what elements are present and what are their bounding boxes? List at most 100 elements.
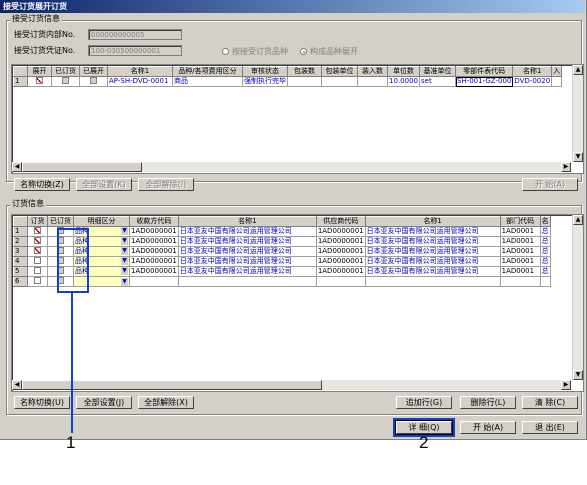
dept-code-cell: 1AD0001 — [499, 226, 541, 237]
order-cell[interactable] — [27, 276, 48, 287]
order-cell[interactable] — [27, 266, 48, 277]
bottom-set-all-button[interactable]: 全部设置(J) — [76, 396, 132, 409]
hscroll-thumb[interactable] — [22, 162, 142, 172]
col-header[interactable]: 入 — [551, 66, 563, 77]
expand-cell[interactable] — [27, 76, 52, 87]
table-row[interactable]: 5 ▼ 品种 1AD0000001 日本亚友中国有限公司运用管理公司 1AD0000001… — [13, 266, 551, 277]
order-grid[interactable]: 订货 已订货 明细区分 收款方代码 名称1 供应商代码 名称1 部门代码 名 1… — [11, 214, 584, 392]
table-row[interactable]: 3 ▼ 品种 1AD0000001 日本亚友中国有限公司运用管理公司 1AD0000001… — [13, 246, 551, 257]
order-cell[interactable] — [27, 256, 48, 267]
recv-code-cell-text: 1AD0000001 — [131, 267, 177, 276]
order-checkbox[interactable] — [34, 267, 41, 274]
col-header[interactable]: 名称1 — [177, 216, 317, 227]
recv-code-cell-text: 1AD0000001 — [131, 257, 177, 266]
col-header[interactable]: 装入数 — [357, 66, 388, 77]
top-name-toggle-button[interactable]: 名称切换(Z) — [14, 178, 70, 191]
recv-code-cell-text: 1AD0000001 — [131, 237, 177, 246]
expanded-checkbox — [90, 77, 97, 84]
col-header[interactable]: 明细区分 — [73, 216, 130, 227]
col-header[interactable]: 零部件表代码 — [454, 66, 514, 77]
dropdown-arrow-icon[interactable]: ▼ — [121, 277, 128, 286]
table-row[interactable]: 4 ▼ 品种 1AD0000001 日本亚友中国有限公司运用管理公司 1AD0000001… — [13, 256, 551, 267]
top-set-all-button[interactable]: 全部设置(K) — [76, 178, 132, 191]
scroll-right-icon[interactable]: ▶ — [561, 380, 571, 390]
col-header[interactable]: 审核状态 — [242, 66, 288, 77]
col-header[interactable]: 包装单位 — [321, 66, 358, 77]
radio-expand-components[interactable]: 构成品种展开 — [300, 47, 358, 57]
dropdown-arrow-icon[interactable]: ▼ — [121, 267, 128, 275]
order-vscroll[interactable]: ▲ ▼ — [572, 215, 583, 380]
row-number-text: 5 — [15, 267, 20, 276]
expand-checkbox[interactable] — [36, 77, 43, 84]
voucher-no-field: 100-030500000001 — [88, 45, 182, 56]
order-table: 订货 已订货 明细区分 收款方代码 名称1 供应商代码 名称1 部门代码 名 1… — [13, 216, 551, 287]
add-row-button[interactable]: 追加行(G) — [396, 396, 452, 409]
col-header[interactable]: 部门代码 — [499, 216, 541, 227]
scroll-up-icon[interactable]: ▲ — [573, 65, 583, 75]
scroll-down-icon[interactable]: ▼ — [573, 152, 583, 162]
top-start-button[interactable]: 开 始(A) — [522, 178, 578, 191]
dept-code-cell-text: 1AD0001 — [501, 237, 535, 246]
col-header[interactable]: 包装数 — [287, 66, 322, 77]
order-checkbox[interactable] — [34, 277, 41, 284]
col-header[interactable]: 名 — [539, 216, 551, 227]
scroll-left-icon[interactable]: ◀ — [12, 380, 22, 390]
name2-cell-text: 日本亚友中国有限公司运用管理公司 — [366, 257, 479, 266]
order-checkbox[interactable] — [34, 257, 41, 264]
scroll-right-icon[interactable]: ▶ — [561, 162, 571, 172]
name2-cell: 日本亚友中国有限公司运用管理公司 — [364, 236, 501, 247]
supplier-code-cell: 1AD0000001 — [315, 246, 366, 257]
table-row[interactable]: 2 ▼ 品种 1AD0000001 日本亚友中国有限公司运用管理公司 1AD0000001… — [13, 236, 551, 247]
col-header[interactable]: 品种/各项费用区分 — [172, 66, 243, 77]
dropdown-arrow-icon[interactable]: ▼ — [121, 257, 128, 265]
dept-code-cell: 1AD0001 — [499, 256, 541, 267]
col-header[interactable]: 单位数 — [387, 66, 420, 77]
scroll-up-icon[interactable]: ▲ — [573, 215, 583, 225]
order-cell[interactable] — [27, 226, 48, 237]
name2-cell-text: 日本亚友中国有限公司运用管理公司 — [366, 247, 479, 256]
col-header[interactable]: 展开 — [27, 66, 52, 77]
col-header[interactable]: 供应商代码 — [315, 216, 366, 227]
recv-code-cell-text: 1AD0000001 — [131, 227, 177, 236]
col-header[interactable]: 收款方代码 — [129, 216, 179, 227]
col-header[interactable]: 订货 — [27, 216, 48, 227]
ordered-checkbox — [62, 77, 69, 84]
dropdown-arrow-icon[interactable]: ▼ — [121, 247, 128, 255]
order-cell[interactable] — [27, 246, 48, 257]
col-header[interactable]: 名称1 — [107, 66, 173, 77]
row-number: 3 — [13, 246, 28, 257]
scroll-down-icon[interactable]: ▼ — [573, 370, 583, 380]
order-checkbox[interactable] — [34, 227, 41, 234]
dropdown-arrow-icon[interactable]: ▼ — [121, 227, 128, 235]
order-hscroll[interactable]: ◀ ▶ — [12, 380, 571, 390]
col-header[interactable]: 已订货 — [51, 66, 80, 77]
col-header[interactable]: 名称1 — [512, 66, 553, 77]
table-row[interactable]: 1 AP-SH-DVD-0001 商品 强制执行完毕 10.0000 set S… — [13, 76, 563, 87]
bottom-clear-all-button[interactable]: 全部解除(X) — [138, 396, 194, 409]
dropdown-arrow-icon[interactable]: ▼ — [121, 237, 128, 245]
exit-button[interactable]: 退 出(E) — [522, 421, 578, 434]
col-header[interactable]: 基准单位 — [419, 66, 456, 77]
hscroll-thumb[interactable] — [22, 380, 322, 390]
table-row[interactable]: 6 ▼ — [13, 276, 551, 287]
radio-by-accepted-kind[interactable]: 按接受订货品种 — [222, 47, 288, 57]
col-header[interactable]: 名称1 — [364, 216, 501, 227]
col-header[interactable]: 已订货 — [47, 216, 74, 227]
top-hscroll[interactable]: ◀ ▶ — [12, 162, 571, 172]
bottom-name-toggle-button[interactable]: 名称切换(U) — [14, 396, 70, 409]
clear-button[interactable]: 清 除(C) — [522, 396, 578, 409]
delete-row-button[interactable]: 删除行(L) — [460, 396, 516, 409]
name2-cell: 日本亚友中国有限公司运用管理公司 — [364, 266, 501, 277]
order-cell[interactable] — [27, 236, 48, 247]
scroll-left-icon[interactable]: ◀ — [12, 162, 22, 172]
start-button[interactable]: 开 始(A) — [460, 421, 516, 434]
n-cell-text: 总 — [541, 257, 549, 266]
order-checkbox[interactable] — [34, 237, 41, 244]
parts-code-cell[interactable]: SH-001-GZ-000 — [454, 76, 514, 87]
accept-grid[interactable]: 展开 已订货 已展开 名称1 品种/各项费用区分 审核状态 包装数 包装单位 装… — [11, 64, 584, 174]
col-header[interactable]: 已展开 — [79, 66, 108, 77]
order-checkbox[interactable] — [34, 247, 41, 254]
top-clear-all-button[interactable]: 全部解除(I) — [138, 178, 194, 191]
table-row[interactable]: 1 ▼ 品种 1AD0000001 日本亚友中国有限公司运用管理公司 1AD0000001… — [13, 226, 551, 237]
top-vscroll[interactable]: ▲ ▼ — [572, 65, 583, 162]
